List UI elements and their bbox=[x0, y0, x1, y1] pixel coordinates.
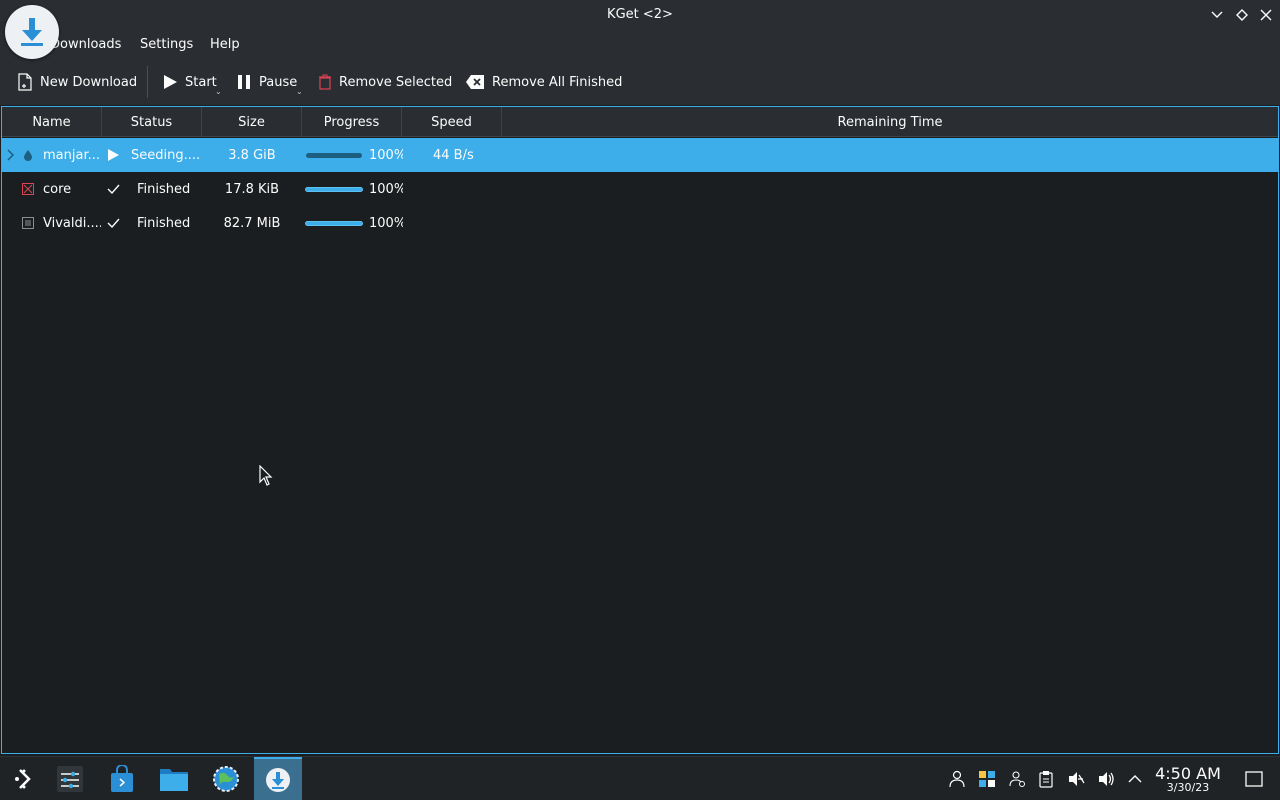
application-launcher-icon[interactable] bbox=[0, 757, 48, 800]
start-dropdown-icon[interactable]: ⌄ bbox=[215, 87, 222, 96]
microphone-muted-icon[interactable] bbox=[1066, 769, 1086, 789]
clipboard-icon[interactable] bbox=[1036, 769, 1056, 789]
image-file-icon bbox=[22, 172, 36, 206]
remove-all-finished-label: Remove All Finished bbox=[492, 74, 623, 90]
clear-icon bbox=[466, 75, 484, 89]
pause-button[interactable]: Pause bbox=[236, 59, 297, 105]
toolbar-separator bbox=[147, 66, 148, 98]
toolbar: New Download Start ⌄ Pause ⌄ Remove Sele… bbox=[0, 59, 1280, 105]
start-button[interactable]: Start bbox=[162, 59, 217, 105]
play-icon bbox=[164, 75, 177, 89]
menu-downloads[interactable]: Downloads bbox=[50, 37, 121, 52]
browser-globe-icon[interactable] bbox=[202, 757, 250, 800]
network-user-icon[interactable] bbox=[1007, 769, 1027, 789]
progress-bar bbox=[305, 206, 365, 240]
play-icon bbox=[107, 138, 123, 172]
system-settings-sliders-icon[interactable] bbox=[46, 757, 94, 800]
download-speed: 44 B/s bbox=[433, 147, 474, 163]
package-file-icon bbox=[22, 206, 36, 240]
new-document-icon bbox=[18, 73, 32, 91]
download-name: Vivaldi.... bbox=[43, 215, 101, 231]
download-size: 3.8 GiB bbox=[228, 147, 276, 163]
title-bar: KGet <2> bbox=[0, 0, 1280, 30]
downloads-list[interactable]: Name Status Size Progress Speed Remainin… bbox=[1, 106, 1279, 754]
download-status: Finished bbox=[137, 181, 191, 197]
progress-bar bbox=[305, 172, 365, 206]
pause-dropdown-icon[interactable]: ⌄ bbox=[296, 87, 303, 96]
table-header: Name Status Size Progress Speed Remainin… bbox=[2, 107, 1278, 137]
download-status: Seeding.... bbox=[131, 147, 199, 163]
download-size: 82.7 MiB bbox=[223, 215, 281, 231]
download-status: Finished bbox=[137, 215, 191, 231]
menu-settings[interactable]: Settings bbox=[140, 37, 193, 52]
kget-app-icon[interactable] bbox=[5, 5, 59, 59]
column-header-progress[interactable]: Progress bbox=[302, 107, 402, 137]
download-progress: 100% bbox=[369, 215, 403, 231]
torrent-icon bbox=[23, 138, 37, 172]
download-name: core bbox=[43, 181, 72, 197]
download-progress: 100% bbox=[369, 181, 403, 197]
taskbar: 4:50 AM 3/30/23 bbox=[0, 756, 1280, 800]
pause-label: Pause bbox=[259, 74, 298, 90]
menu-help[interactable]: Help bbox=[210, 37, 240, 52]
volume-icon[interactable] bbox=[1096, 769, 1116, 789]
show-desktop-icon[interactable] bbox=[1244, 769, 1264, 789]
kget-icon[interactable] bbox=[254, 757, 302, 800]
window-title: KGet <2> bbox=[607, 7, 673, 22]
remove-all-finished-button[interactable]: Remove All Finished bbox=[465, 59, 622, 105]
download-progress: 100% bbox=[369, 147, 403, 163]
download-name: manjar... bbox=[43, 147, 100, 163]
table-row[interactable]: Vivaldi.... Finished 82.7 MiB 100% bbox=[2, 206, 1278, 240]
column-header-speed[interactable]: Speed bbox=[402, 107, 502, 137]
file-manager-icon[interactable] bbox=[150, 757, 198, 800]
expand-chevron-icon[interactable] bbox=[6, 138, 18, 172]
maximize-button[interactable] bbox=[1233, 6, 1251, 24]
tray-expand-chevron-icon[interactable] bbox=[1125, 769, 1145, 789]
activities-icon[interactable] bbox=[977, 769, 997, 789]
close-button[interactable] bbox=[1257, 6, 1275, 24]
column-header-remaining-time[interactable]: Remaining Time bbox=[502, 107, 1278, 137]
new-download-button[interactable]: New Download bbox=[17, 59, 137, 105]
pause-icon bbox=[238, 75, 250, 89]
mouse-cursor-icon bbox=[259, 464, 273, 491]
column-header-name[interactable]: Name bbox=[2, 107, 102, 137]
remove-selected-label: Remove Selected bbox=[339, 74, 453, 90]
table-row[interactable]: core Finished 17.8 KiB 100% bbox=[2, 172, 1278, 206]
table-row[interactable]: manjar... Seeding.... 3.8 GiB 100% 44 B/… bbox=[2, 138, 1278, 172]
clock-date[interactable]: 3/30/23 bbox=[1152, 781, 1224, 794]
minimize-button[interactable] bbox=[1208, 6, 1226, 24]
progress-bar bbox=[306, 138, 366, 172]
discover-store-icon[interactable] bbox=[98, 757, 146, 800]
remove-selected-button[interactable]: Remove Selected bbox=[318, 59, 452, 105]
user-icon[interactable] bbox=[947, 769, 967, 789]
column-header-status[interactable]: Status bbox=[102, 107, 202, 137]
column-header-size[interactable]: Size bbox=[202, 107, 302, 137]
download-size: 17.8 KiB bbox=[224, 181, 280, 197]
trash-icon bbox=[319, 74, 331, 90]
new-download-label: New Download bbox=[40, 74, 138, 90]
start-label: Start bbox=[185, 74, 217, 90]
check-icon bbox=[107, 172, 123, 206]
menu-bar: Downloads Settings Help bbox=[0, 30, 1280, 59]
check-icon bbox=[107, 206, 123, 240]
